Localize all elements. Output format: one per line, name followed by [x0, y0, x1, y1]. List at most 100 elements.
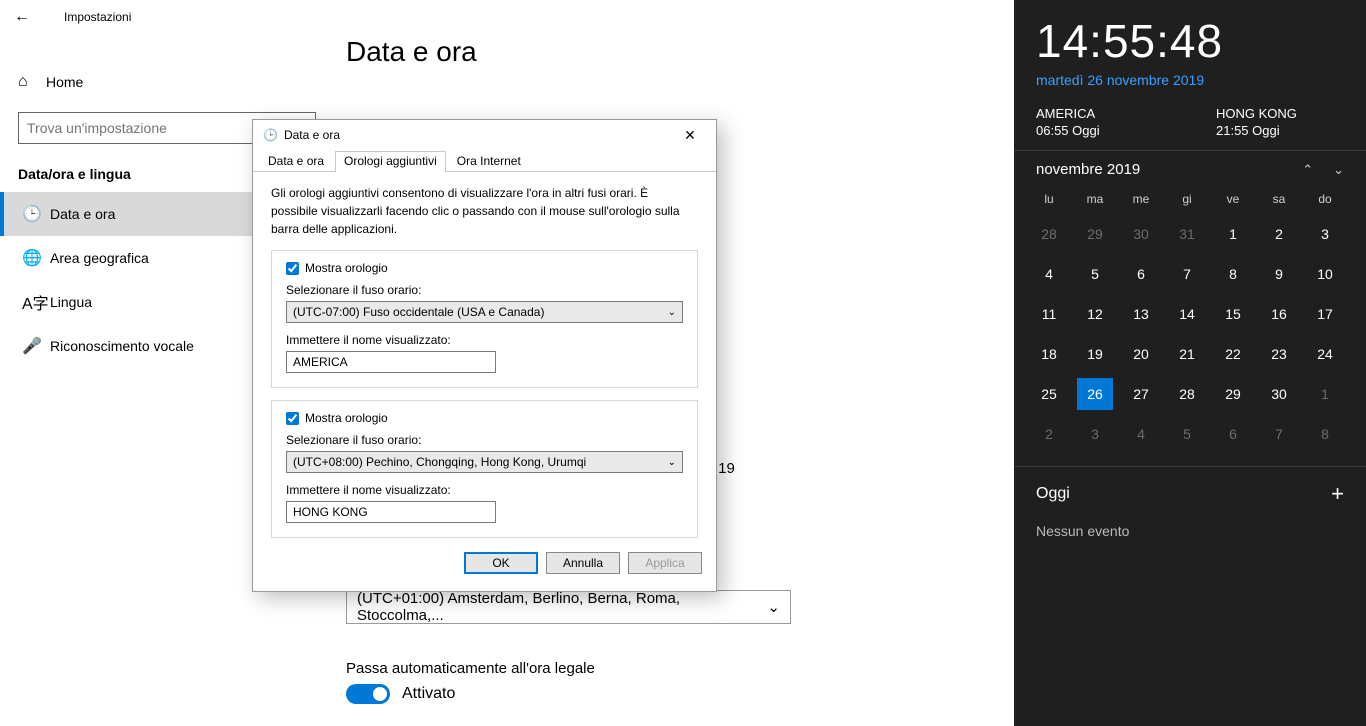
sidebar-item-label: Riconoscimento vocale [50, 338, 194, 354]
calendar-day[interactable]: 14 [1164, 294, 1210, 334]
name1-input[interactable] [286, 351, 496, 373]
timezone-select[interactable]: (UTC+01:00) Amsterdam, Berlino, Berna, R… [346, 590, 791, 624]
calendar-day[interactable]: 18 [1026, 334, 1072, 374]
calendar-day[interactable]: 29 [1072, 214, 1118, 254]
close-icon[interactable]: ✕ [670, 127, 710, 144]
show-clock-1-checkbox[interactable] [286, 262, 299, 275]
calendar-day[interactable]: 5 [1164, 414, 1210, 454]
calendar-day[interactable]: 1 [1302, 374, 1348, 414]
tz1-value: (UTC-07:00) Fuso occidentale (USA e Cana… [293, 305, 544, 319]
dialog-description: Gli orologi aggiuntivi consentono di vis… [271, 184, 698, 238]
tz2-select[interactable]: (UTC+08:00) Pechino, Chongqing, Hong Kon… [286, 451, 683, 473]
window-title: Impostazioni [64, 10, 131, 24]
clock-icon: 🕒 [22, 204, 50, 224]
clock-flyout: 14:55:48 martedì 26 novembre 2019 AMERIC… [1014, 0, 1366, 726]
events-panel: Oggi + Nessun evento [1014, 466, 1366, 553]
calendar-grid: lumamegivesado28293031123456789101112131… [1014, 178, 1366, 454]
sidebar-item-home[interactable]: ⌂ Home [0, 62, 334, 102]
calendar-day[interactable]: 29 [1210, 374, 1256, 414]
extra-clock-2: HONG KONG 21:55 Oggi [1216, 106, 1336, 138]
calendar-day[interactable]: 10 [1302, 254, 1348, 294]
calendar-day[interactable]: 7 [1256, 414, 1302, 454]
calendar-day[interactable]: 28 [1026, 214, 1072, 254]
calendar-prev-icon[interactable]: ⌃ [1302, 162, 1313, 178]
extra-clock-1-value: 06:55 Oggi [1036, 123, 1156, 138]
calendar-day[interactable]: 23 [1256, 334, 1302, 374]
calendar-day[interactable]: 16 [1256, 294, 1302, 334]
add-event-icon[interactable]: + [1331, 481, 1344, 507]
calendar-day[interactable]: 3 [1072, 414, 1118, 454]
calendar-day[interactable]: 21 [1164, 334, 1210, 374]
dialog-body: Gli orologi aggiuntivi consentono di vis… [253, 172, 716, 538]
calendar-day[interactable]: 28 [1164, 374, 1210, 414]
clock-icon: 🕒 [263, 128, 278, 142]
dst-toggle[interactable] [346, 684, 390, 704]
extra-clock-1: AMERICA 06:55 Oggi [1036, 106, 1156, 138]
search-input[interactable] [19, 120, 285, 136]
microphone-icon: 🎤 [22, 336, 50, 356]
calendar-day-header: do [1302, 184, 1348, 214]
calendar-day[interactable]: 11 [1026, 294, 1072, 334]
apply-button[interactable]: Applica [628, 552, 702, 574]
calendar-day[interactable]: 24 [1302, 334, 1348, 374]
calendar-day[interactable]: 25 [1026, 374, 1072, 414]
extra-clock-1-name: AMERICA [1036, 106, 1156, 121]
chevron-down-icon: ⌄ [767, 598, 780, 616]
dialog-tabs: Data e ora Orologi aggiuntivi Ora Intern… [253, 150, 716, 172]
ok-button[interactable]: OK [464, 552, 538, 574]
show-clock-2-checkbox[interactable] [286, 412, 299, 425]
calendar-day[interactable]: 2 [1256, 214, 1302, 254]
calendar-day-header: ve [1210, 184, 1256, 214]
calendar-day[interactable]: 30 [1118, 214, 1164, 254]
calendar-day[interactable]: 20 [1118, 334, 1164, 374]
calendar-day-header: ma [1072, 184, 1118, 214]
tz2-label: Selezionare il fuso orario: [286, 433, 683, 447]
calendar-day[interactable]: 2 [1026, 414, 1072, 454]
globe-icon: 🌐 [22, 248, 50, 268]
calendar-day[interactable]: 9 [1256, 254, 1302, 294]
calendar-day[interactable]: 27 [1118, 374, 1164, 414]
extra-clock-2-value: 21:55 Oggi [1216, 123, 1336, 138]
calendar-day[interactable]: 6 [1118, 254, 1164, 294]
calendar-day[interactable]: 30 [1256, 374, 1302, 414]
calendar-next-icon[interactable]: ⌄ [1333, 162, 1344, 178]
calendar-day[interactable]: 26 [1072, 374, 1118, 414]
name2-input[interactable] [286, 501, 496, 523]
calendar-day[interactable]: 1 [1210, 214, 1256, 254]
calendar-day[interactable]: 6 [1210, 414, 1256, 454]
calendar-day[interactable]: 13 [1118, 294, 1164, 334]
calendar-month-label[interactable]: novembre 2019 [1036, 161, 1140, 178]
tz1-select[interactable]: (UTC-07:00) Fuso occidentale (USA e Cana… [286, 301, 683, 323]
calendar-day[interactable]: 4 [1026, 254, 1072, 294]
calendar-day[interactable]: 3 [1302, 214, 1348, 254]
calendar-day[interactable]: 17 [1302, 294, 1348, 334]
tab-additional-clocks[interactable]: Orologi aggiuntivi [335, 151, 446, 172]
calendar: novembre 2019 ⌃ ⌄ lumamegivesado28293031… [1014, 150, 1366, 454]
dialog-titlebar[interactable]: 🕒 Data e ora ✕ [253, 120, 716, 150]
calendar-day[interactable]: 12 [1072, 294, 1118, 334]
calendar-day[interactable]: 22 [1210, 334, 1256, 374]
no-events-label: Nessun evento [1036, 523, 1344, 539]
events-today-label: Oggi [1036, 485, 1070, 503]
calendar-day[interactable]: 5 [1072, 254, 1118, 294]
sidebar-item-label: Data e ora [50, 206, 115, 222]
tab-date-time[interactable]: Data e ora [259, 151, 333, 172]
sidebar-item-label: Lingua [50, 294, 92, 310]
cancel-button[interactable]: Annulla [546, 552, 620, 574]
calendar-day[interactable]: 8 [1210, 254, 1256, 294]
back-icon[interactable]: ← [14, 8, 34, 26]
clock-block-1: Mostra orologio Selezionare il fuso orar… [271, 250, 698, 388]
extra-clocks: AMERICA 06:55 Oggi HONG KONG 21:55 Oggi [1036, 106, 1344, 138]
time-fragment: :19 [714, 460, 735, 477]
calendar-day[interactable]: 7 [1164, 254, 1210, 294]
calendar-day[interactable]: 31 [1164, 214, 1210, 254]
calendar-day[interactable]: 8 [1302, 414, 1348, 454]
calendar-day-header: me [1118, 184, 1164, 214]
calendar-day[interactable]: 15 [1210, 294, 1256, 334]
calendar-day[interactable]: 19 [1072, 334, 1118, 374]
home-icon: ⌂ [18, 73, 46, 91]
flyout-date[interactable]: martedì 26 novembre 2019 [1036, 72, 1344, 88]
toggle-knob [373, 687, 387, 701]
tab-internet-time[interactable]: Ora Internet [448, 151, 530, 172]
calendar-day[interactable]: 4 [1118, 414, 1164, 454]
